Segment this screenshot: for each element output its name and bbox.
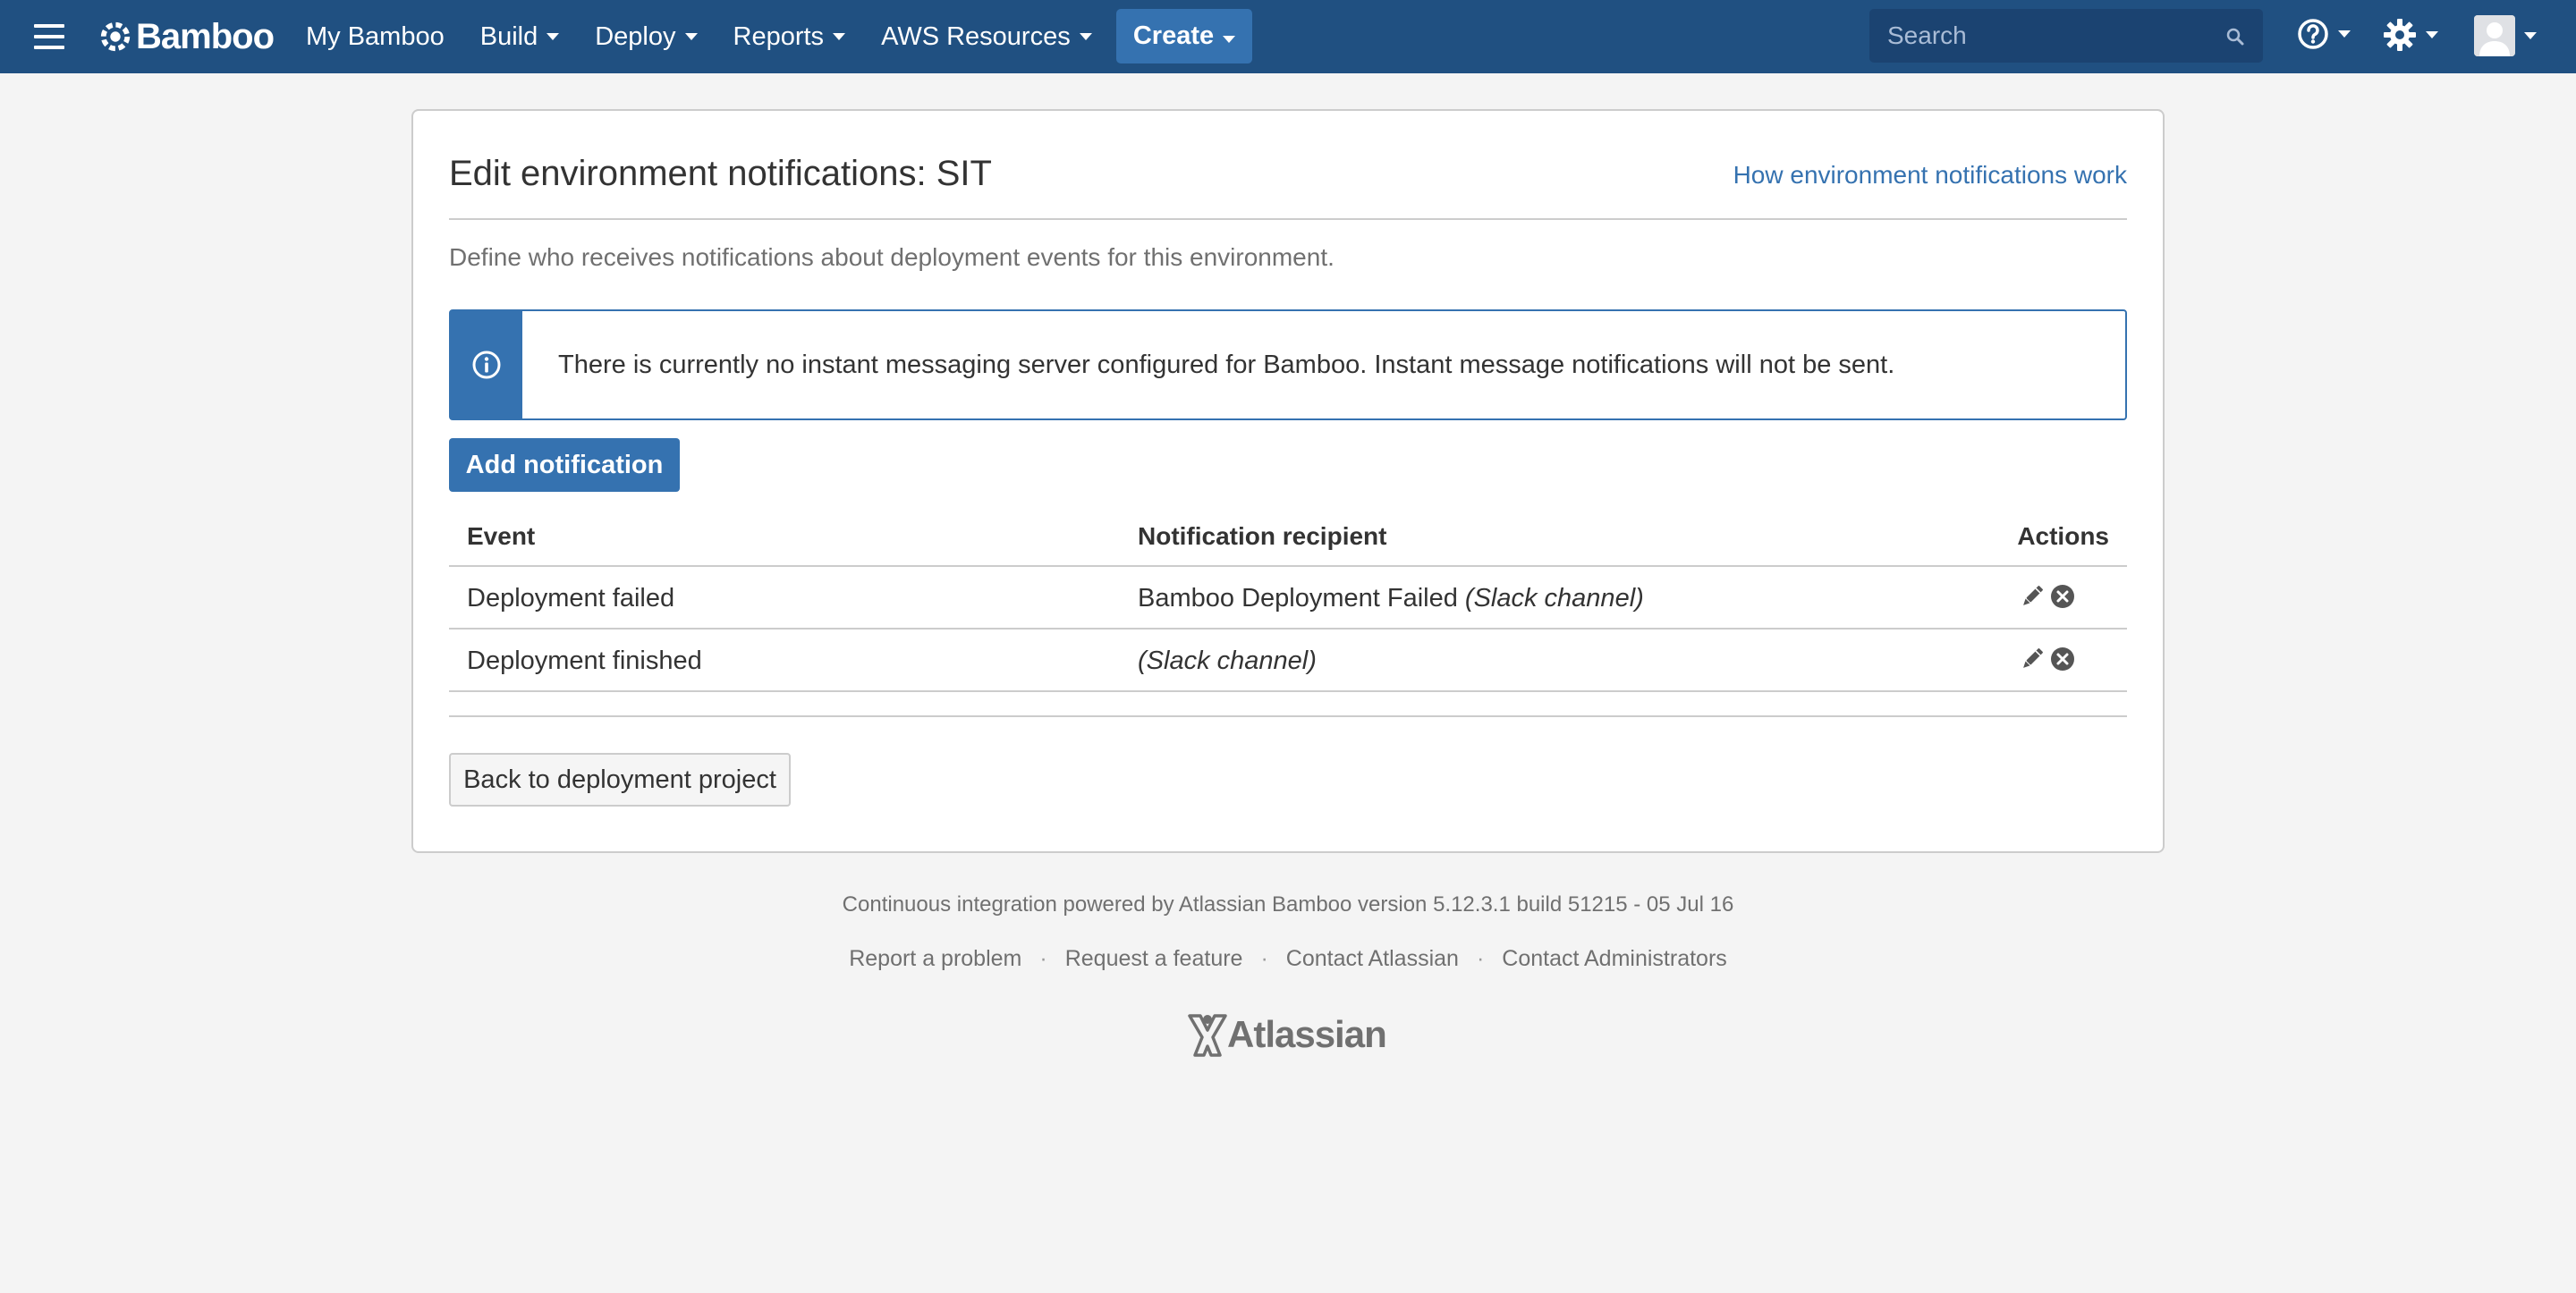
settings-menu[interactable] xyxy=(2383,18,2438,52)
page-description: Define who receives notifications about … xyxy=(449,243,1335,271)
recipient-type: (Slack channel) xyxy=(1138,646,1317,675)
help-link[interactable]: How environment notifications work xyxy=(1733,161,2127,190)
nav-label: Build xyxy=(479,21,538,51)
user-menu[interactable] xyxy=(2474,15,2537,56)
divider xyxy=(449,715,2127,717)
search-input[interactable] xyxy=(1869,21,2209,50)
nav-label: Reports xyxy=(733,21,825,51)
column-header-event: Event xyxy=(467,522,536,550)
content-panel: Edit environment notifications: SIT How … xyxy=(411,109,2165,853)
footer-link-contact-administrators[interactable]: Contact Administrators xyxy=(1502,946,1727,972)
chevron-down-icon xyxy=(2338,30,2351,38)
footer-link-report-problem[interactable]: Report a problem xyxy=(849,946,1021,972)
bamboo-logo-icon xyxy=(100,21,131,52)
chevron-down-icon xyxy=(833,33,846,40)
chevron-down-icon xyxy=(2524,32,2537,39)
create-button[interactable]: Create xyxy=(1116,9,1252,63)
info-message: There is currently no instant messaging … xyxy=(449,309,2127,420)
chevron-down-icon xyxy=(1223,35,1236,43)
top-navigation-bar: Bamboo My Bamboo Build Deploy Reports AW… xyxy=(0,0,2576,73)
menu-icon[interactable] xyxy=(34,24,64,49)
page-title: Edit environment notifications: SIT xyxy=(449,154,992,193)
table-row: Deployment finished (Slack channel) xyxy=(449,630,2127,692)
nav-label: AWS Resources xyxy=(881,21,1071,51)
separator: · xyxy=(1476,946,1485,971)
footer-powered-by: Continuous integration powered by Atlass… xyxy=(842,892,1734,917)
chevron-down-icon xyxy=(2426,31,2438,38)
add-notification-button[interactable]: Add notification xyxy=(449,438,680,492)
nav-build-dropdown[interactable]: Build xyxy=(480,22,560,52)
info-message-text: There is currently no instant messaging … xyxy=(558,351,1895,379)
separator: · xyxy=(1039,946,1047,971)
column-header-actions: Actions xyxy=(2017,522,2109,550)
bamboo-logo[interactable]: Bamboo xyxy=(98,16,275,57)
recipient-type: (Slack channel) xyxy=(1464,584,1644,613)
event-cell: Deployment finished xyxy=(467,646,702,675)
table-header: Event Notification recipient Actions xyxy=(449,504,2127,567)
main-nav: My Bamboo Build Deploy Reports AWS Resou… xyxy=(306,0,1128,73)
event-cell: Deployment failed xyxy=(467,584,675,613)
chevron-down-icon xyxy=(1079,33,1092,40)
back-to-deployment-project-button[interactable]: Back to deployment project xyxy=(449,753,791,807)
footer-links: Report a problem · Request a feature · C… xyxy=(0,946,2576,972)
footer-link-contact-atlassian[interactable]: Contact Atlassian xyxy=(1286,946,1459,972)
edit-icon[interactable] xyxy=(2019,583,2046,610)
nav-aws-resources-dropdown[interactable]: AWS Resources xyxy=(881,22,1092,52)
avatar xyxy=(2474,15,2515,56)
atlassian-logo-icon xyxy=(1188,1014,1227,1057)
search-icon[interactable] xyxy=(2225,27,2245,46)
chevron-down-icon xyxy=(547,33,560,40)
nav-reports-dropdown[interactable]: Reports xyxy=(733,22,846,52)
delete-icon[interactable] xyxy=(2049,583,2076,610)
edit-icon[interactable] xyxy=(2019,646,2046,672)
divider xyxy=(449,218,2127,220)
row-actions xyxy=(2019,646,2076,672)
nav-my-bamboo[interactable]: My Bamboo xyxy=(306,22,445,52)
footer-link-request-feature[interactable]: Request a feature xyxy=(1065,946,1243,972)
create-label: Create xyxy=(1132,21,1215,50)
nav-deploy-dropdown[interactable]: Deploy xyxy=(595,21,698,52)
gear-icon xyxy=(2384,19,2416,51)
help-icon xyxy=(2298,19,2328,49)
table-row: Deployment failed Bamboo Deployment Fail… xyxy=(449,567,2127,630)
delete-icon[interactable] xyxy=(2049,646,2076,672)
search-box xyxy=(1869,9,2263,63)
atlassian-logo[interactable]: Atlassian xyxy=(1188,1012,1387,1057)
nav-label: Deploy xyxy=(595,21,676,51)
info-message-sidebar xyxy=(451,311,522,418)
info-icon xyxy=(472,351,501,379)
column-header-recipient: Notification recipient xyxy=(1138,522,1387,550)
help-menu[interactable] xyxy=(2297,18,2351,50)
atlassian-logo-text: Atlassian xyxy=(1227,1013,1387,1055)
chevron-down-icon xyxy=(684,33,698,40)
recipient-name: Bamboo Deployment Failed xyxy=(1138,584,1458,613)
notifications-table: Event Notification recipient Actions Dep… xyxy=(449,504,2127,692)
separator: · xyxy=(1260,946,1268,971)
recipient-cell: (Slack channel) xyxy=(1138,646,1317,676)
nav-label: My Bamboo xyxy=(306,21,445,51)
recipient-cell: Bamboo Deployment Failed (Slack channel) xyxy=(1138,584,1644,613)
row-actions xyxy=(2019,583,2076,610)
brand-name: Bamboo xyxy=(136,16,275,56)
